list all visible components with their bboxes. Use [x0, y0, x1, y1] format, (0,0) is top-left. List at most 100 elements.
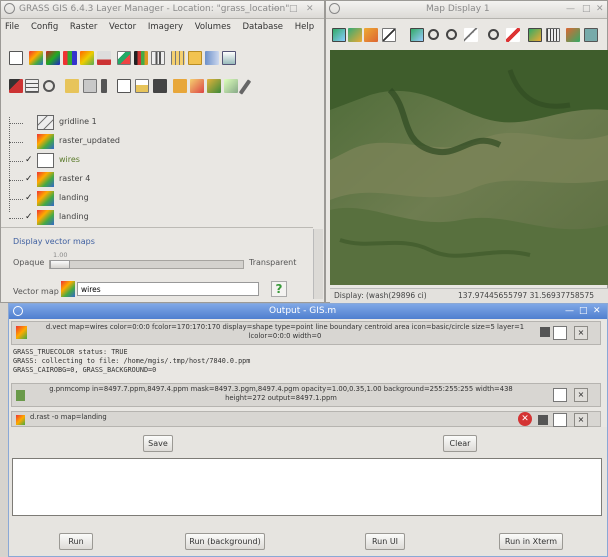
layer-checkbox[interactable] — [25, 118, 34, 127]
close-icon[interactable]: ✕ — [593, 306, 601, 316]
layer-item[interactable]: gridline 1 — [7, 114, 307, 132]
command-close-button[interactable]: × — [574, 413, 588, 427]
command-select-box[interactable] — [553, 413, 567, 427]
zoom-out-icon[interactable] — [446, 29, 457, 40]
cube-icon[interactable] — [173, 79, 187, 93]
layer-item[interactable]: ✓ landing — [7, 190, 307, 208]
vector-map-input[interactable] — [77, 282, 259, 296]
layer-item[interactable]: ✓ landing — [7, 209, 307, 227]
info-icon[interactable] — [101, 79, 107, 93]
measure-icon[interactable] — [224, 79, 238, 93]
minimize-icon[interactable]: — — [566, 4, 575, 14]
tree-branch — [9, 199, 23, 200]
command-close-button[interactable]: × — [574, 388, 588, 402]
layer-item[interactable]: ✓ wires — [7, 152, 307, 170]
layer-item[interactable]: raster_updated — [7, 133, 307, 151]
nviz-icon[interactable] — [190, 79, 204, 93]
zoom-in-icon[interactable] — [428, 29, 439, 40]
menu-config[interactable]: Config — [31, 22, 58, 32]
add-thematic-icon[interactable] — [134, 51, 148, 65]
command-select-box[interactable] — [553, 388, 567, 402]
layer-name: wires — [59, 155, 80, 164]
minimize-icon[interactable]: — — [271, 4, 280, 14]
erase-icon[interactable] — [364, 28, 378, 42]
clear-button[interactable]: Clear — [443, 435, 477, 452]
add-text-icon[interactable] — [188, 51, 202, 65]
add-scale-icon[interactable] — [205, 51, 219, 65]
menu-imagery[interactable]: Imagery — [148, 22, 183, 32]
new-display-icon[interactable] — [9, 51, 23, 65]
run-button[interactable]: Run — [59, 533, 93, 550]
menu-help[interactable]: Help — [295, 22, 314, 32]
print-icon[interactable] — [540, 327, 550, 337]
add-histogram-icon[interactable] — [97, 51, 111, 65]
output-titlebar[interactable]: Output - GIS.m — □ ✕ — [9, 304, 607, 319]
close-icon[interactable]: ✕ — [596, 4, 604, 14]
command-input[interactable] — [12, 458, 602, 516]
add-grid-icon[interactable] — [171, 51, 185, 65]
help-icon[interactable]: ? — [271, 281, 287, 297]
display-map-icon[interactable] — [332, 28, 346, 42]
run-ui-button[interactable]: Run UI — [365, 533, 405, 550]
tree-scrollbar[interactable] — [313, 229, 323, 299]
new-file-icon[interactable] — [117, 79, 131, 93]
overlay-icon[interactable] — [410, 28, 424, 42]
raster-layer-icon — [37, 210, 54, 225]
menu-file[interactable]: File — [5, 22, 19, 32]
layer-checkbox[interactable]: ✓ — [25, 213, 34, 222]
add-chart-icon[interactable] — [151, 51, 165, 65]
vector-map-picker-icon[interactable] — [61, 281, 75, 297]
folder-icon[interactable] — [65, 79, 79, 93]
close-icon[interactable]: ✕ — [306, 4, 314, 14]
section-label: Display vector maps — [13, 237, 95, 246]
ruler-icon[interactable] — [546, 28, 560, 42]
menu-vector[interactable]: Vector — [109, 22, 136, 32]
add-vector-icon[interactable] — [117, 51, 131, 65]
maximize-icon[interactable]: □ — [579, 306, 588, 316]
layer-checkbox[interactable] — [25, 137, 34, 146]
maximize-icon[interactable]: □ — [582, 4, 591, 14]
animation-icon[interactable] — [207, 79, 221, 93]
save-file-icon[interactable] — [153, 79, 167, 93]
add-group-icon[interactable] — [222, 51, 236, 65]
zoom-back-icon[interactable] — [488, 29, 499, 40]
layer-manager-titlebar[interactable]: GRASS GIS 6.4.3 Layer Manager - Location… — [1, 1, 324, 19]
menu-database[interactable]: Database — [242, 22, 283, 32]
save-button[interactable]: Save — [143, 435, 173, 452]
pencil-icon[interactable] — [238, 79, 252, 95]
minimize-icon[interactable]: — — [565, 306, 574, 316]
add-shaded-icon[interactable] — [80, 51, 94, 65]
layer-item[interactable]: ✓ raster 4 — [7, 171, 307, 189]
opacity-slider[interactable] — [49, 260, 244, 269]
layer-checkbox[interactable]: ✓ — [25, 175, 34, 184]
open-file-icon[interactable] — [135, 79, 149, 93]
settings-icon[interactable] — [43, 80, 55, 92]
layer-checkbox[interactable]: ✓ — [25, 194, 34, 203]
print-icon[interactable] — [538, 415, 548, 425]
measure-icon[interactable] — [528, 28, 542, 42]
pan-icon[interactable] — [464, 28, 478, 42]
menu-volumes[interactable]: Volumes — [195, 22, 231, 32]
run-in-xterm-button[interactable]: Run in Xterm — [499, 533, 563, 550]
command-select-box[interactable] — [553, 326, 567, 340]
map-display-titlebar[interactable]: Map Display 1 — □ ✕ — [326, 1, 607, 19]
map-display-title: Map Display 1 — [426, 4, 490, 14]
add-legend-icon[interactable] — [63, 51, 77, 65]
command-close-button[interactable]: × — [574, 326, 588, 340]
add-raster-icon[interactable] — [29, 51, 43, 65]
run-background-button[interactable]: Run (background) — [185, 533, 265, 550]
pointer-icon[interactable] — [382, 28, 396, 42]
copy-icon[interactable] — [83, 79, 97, 93]
grid-icon[interactable] — [25, 79, 39, 93]
add-rgb-icon[interactable] — [46, 51, 60, 65]
layer-checkbox[interactable]: ✓ — [25, 156, 34, 165]
print-icon[interactable] — [566, 28, 580, 42]
save-map-icon[interactable] — [584, 28, 598, 42]
menu-raster[interactable]: Raster — [70, 22, 97, 32]
query-icon[interactable] — [506, 28, 520, 42]
maximize-icon[interactable]: □ — [289, 4, 298, 14]
georectify-icon[interactable] — [9, 79, 23, 93]
map-canvas[interactable] — [330, 50, 608, 285]
opacity-slider-handle[interactable] — [50, 260, 70, 269]
redraw-icon[interactable] — [348, 28, 362, 42]
